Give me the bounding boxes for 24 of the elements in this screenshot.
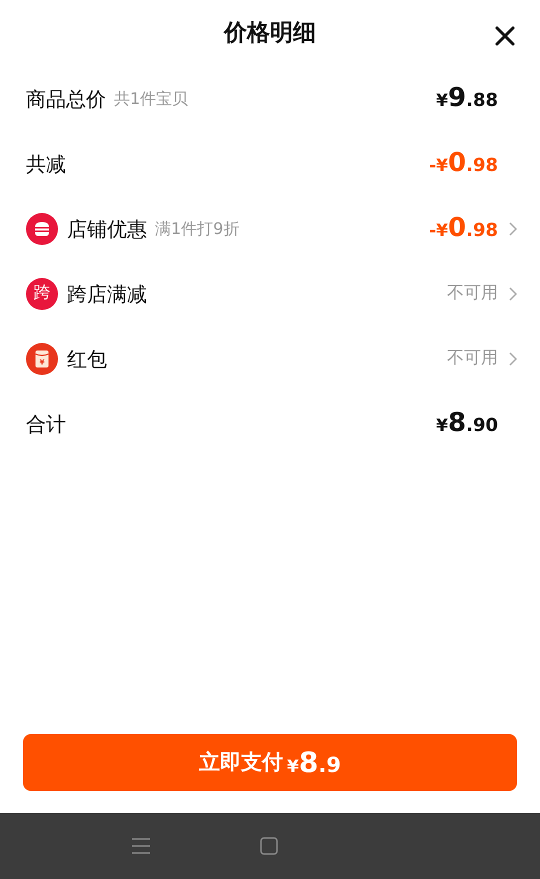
price-amount: ¥9.88 <box>436 82 498 115</box>
store-icon <box>26 212 58 244</box>
row-label: 合计 <box>26 410 66 438</box>
row-label: 店铺优惠 <box>67 216 147 242</box>
row-label: 跨店满减 <box>67 280 147 308</box>
sheet-title: 价格明细 <box>224 18 316 48</box>
row-note: 满1件打9折 <box>155 218 240 240</box>
price-amount: -¥0.98 <box>429 212 498 245</box>
status-text: 不可用 <box>447 346 498 370</box>
row-label: 共减 <box>26 150 66 178</box>
price-amount: ¥8.90 <box>436 407 498 440</box>
chevron-right-icon[interactable] <box>509 286 517 300</box>
chevron-right-icon[interactable] <box>509 352 517 366</box>
row-label: 红包 <box>67 346 107 372</box>
cross-store-badge: 跨 <box>26 278 58 310</box>
home-icon[interactable] <box>260 837 278 855</box>
pay-button[interactable]: 立即支付 ¥8.9 <box>23 734 517 791</box>
status-text: 不可用 <box>447 282 498 305</box>
row-note: 共1件宝贝 <box>114 88 188 110</box>
chevron-right-icon[interactable] <box>509 222 517 236</box>
menu-icon[interactable] <box>132 838 150 854</box>
row-label: 商品总价 <box>26 86 106 112</box>
price-amount: -¥0.98 <box>429 147 498 180</box>
close-icon[interactable] <box>495 26 515 46</box>
